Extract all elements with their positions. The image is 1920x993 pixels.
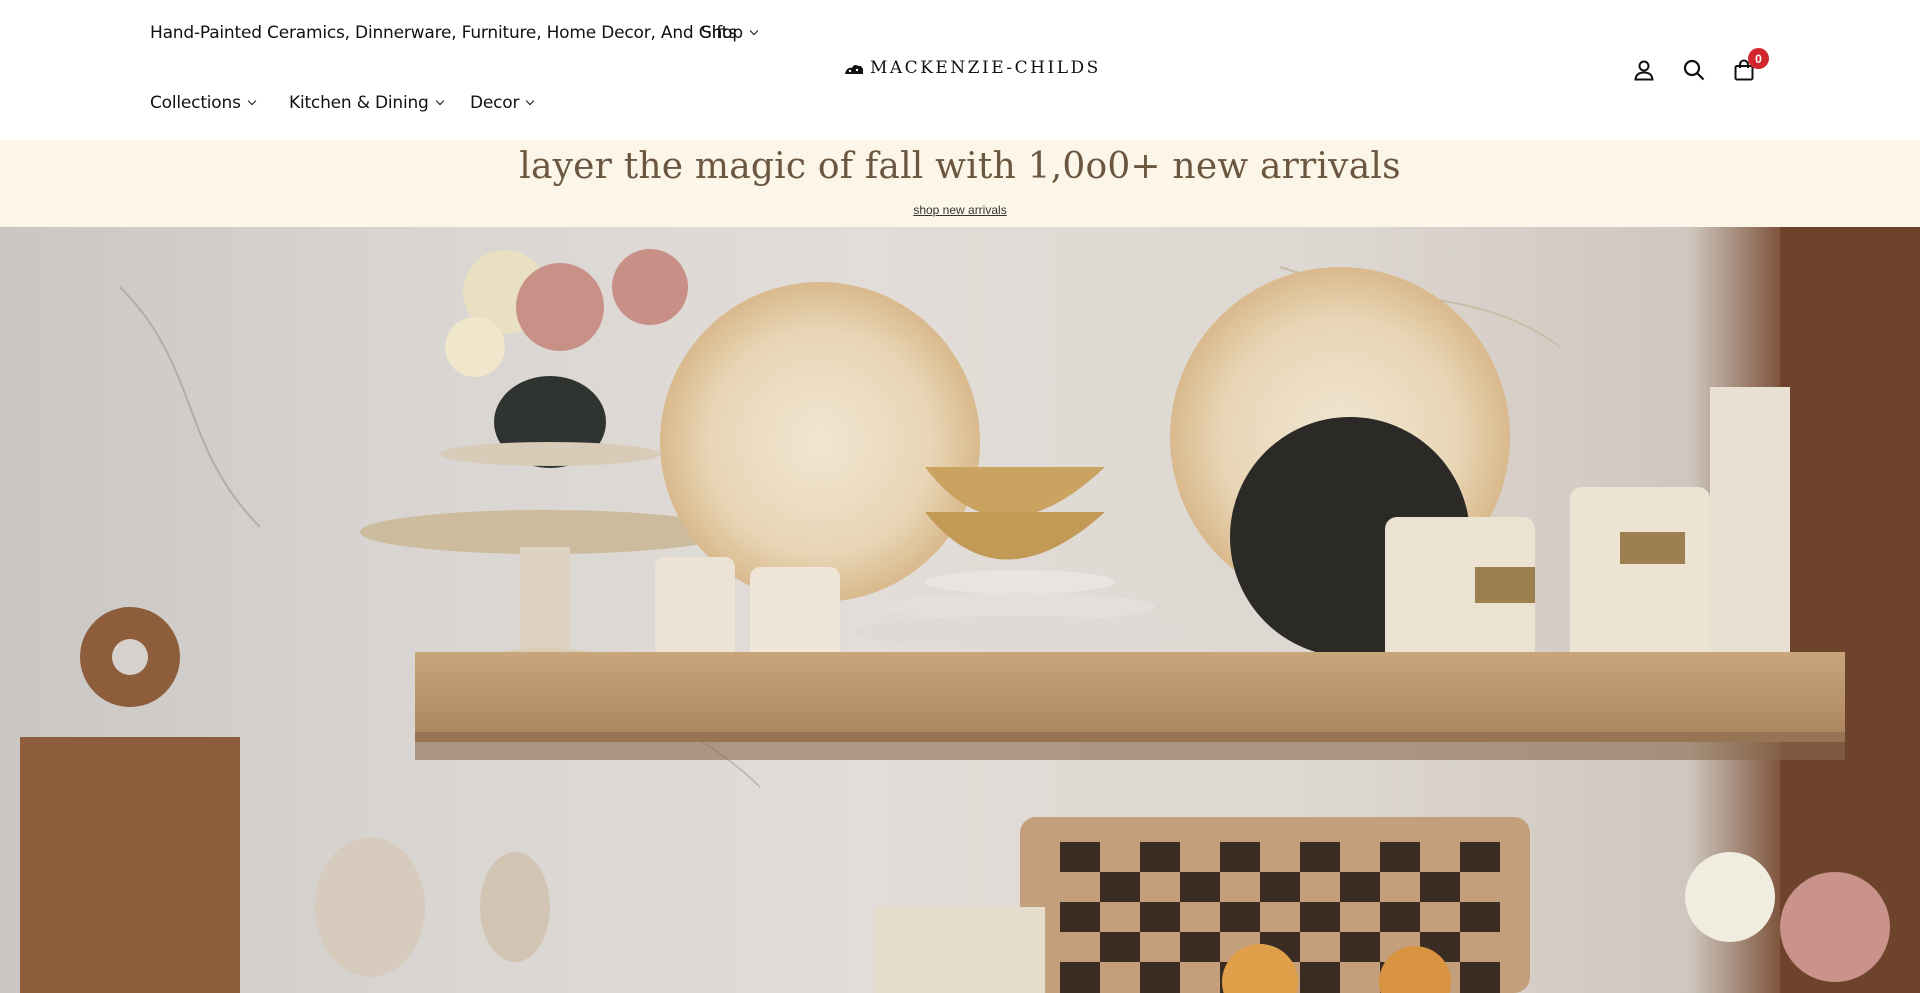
nav-collections[interactable]: Collections [150,93,256,113]
nav-kitchen-dining[interactable]: Kitchen & Dining [289,93,444,113]
tagline: Hand-Painted Ceramics, Dinnerware, Furni… [150,23,737,43]
chevron-down-icon [435,96,444,106]
promo-title: layer the magic of fall with 1,0o0+ new … [519,146,1401,187]
nav-shop-label: Shop [701,23,743,43]
chevron-down-icon [526,96,535,106]
account-button[interactable] [1630,56,1658,84]
search-button[interactable] [1680,56,1708,84]
promo-banner: layer the magic of fall with 1,0o0+ new … [0,140,1920,227]
nav-collections-label: Collections [150,93,241,113]
chevron-down-icon [749,26,759,36]
account-icon [1634,60,1654,81]
site-header: Hand-Painted Ceramics, Dinnerware, Furni… [0,0,1920,140]
chevron-down-icon [247,96,256,106]
nav-kitchen-dining-label: Kitchen & Dining [289,93,429,113]
hero-image[interactable] [0,227,1920,993]
shop-new-arrivals-link[interactable]: shop new arrivals [913,203,1006,217]
logo-text: MACKENZIE-CHILDS [870,58,1101,78]
cart-count-badge: 0 [1748,48,1769,69]
logo-mark-icon [845,64,863,74]
nav-decor-label: Decor [470,93,520,113]
hero-illustration [20,227,1920,993]
nav-decor[interactable]: Decor [470,93,535,113]
nav-shop[interactable]: Shop [701,23,759,43]
search-icon [1683,59,1705,81]
site-logo[interactable]: MACKENZIE-CHILDS [844,58,1101,78]
